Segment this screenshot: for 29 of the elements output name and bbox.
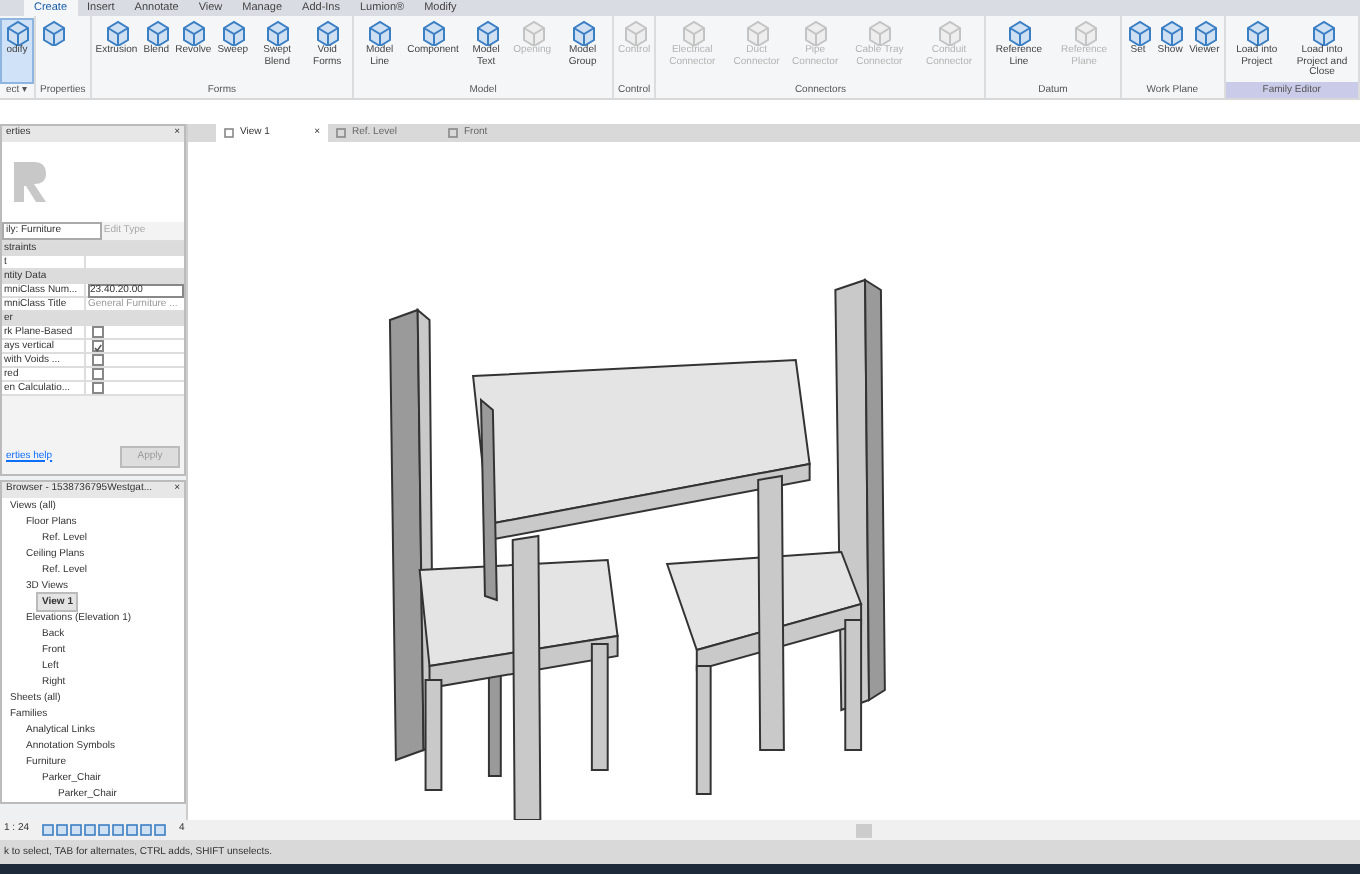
cube-icon bbox=[264, 20, 291, 46]
scrollbar-thumb[interactable] bbox=[856, 823, 873, 837]
cube-icon bbox=[1125, 20, 1152, 46]
cube-icon bbox=[366, 20, 393, 46]
checkbox[interactable] bbox=[92, 340, 104, 352]
cube-icon bbox=[1005, 20, 1032, 46]
cube-icon bbox=[420, 20, 446, 46]
view-icon bbox=[336, 128, 346, 138]
checkbox[interactable] bbox=[92, 326, 104, 338]
view-icon bbox=[224, 128, 234, 138]
view-control-icons bbox=[41, 824, 168, 836]
cube-icon bbox=[1309, 20, 1335, 46]
checkbox[interactable] bbox=[92, 354, 104, 366]
cube-icon bbox=[103, 20, 130, 46]
checkbox[interactable] bbox=[92, 368, 104, 380]
cube-icon bbox=[143, 20, 170, 46]
cube-icon bbox=[473, 20, 500, 46]
cube-icon bbox=[40, 20, 66, 46]
cube-icon bbox=[180, 20, 207, 46]
cube-icon bbox=[4, 20, 30, 46]
view-icon bbox=[448, 128, 458, 138]
cube-icon bbox=[314, 20, 341, 46]
cube-icon bbox=[1191, 20, 1218, 46]
cube-icon bbox=[219, 20, 246, 46]
cube-icon bbox=[1157, 20, 1184, 46]
cube-icon bbox=[569, 20, 596, 46]
cube-icon bbox=[1243, 20, 1270, 46]
r-logo-icon bbox=[10, 158, 50, 206]
checkbox[interactable] bbox=[92, 382, 104, 394]
